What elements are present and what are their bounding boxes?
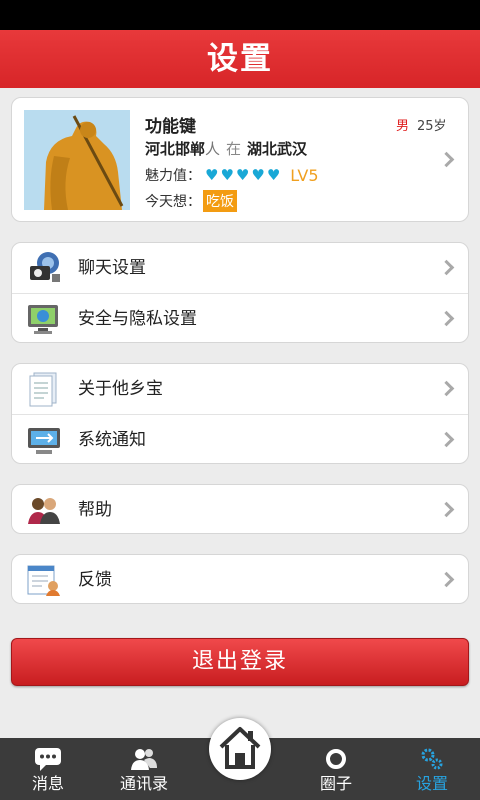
charm-row: 魅力值： ♥ ♥ ♥ ♥ ♥ LV5 (145, 165, 319, 185)
tab-contacts[interactable]: 通讯录 (108, 738, 180, 800)
people-help-icon (28, 498, 60, 524)
row-label: 安全与隐私设置 (78, 309, 197, 329)
heart-icon: ♥ (235, 165, 250, 184)
profile-location: 河北邯郸人在湖北武汉 (145, 138, 307, 159)
gears-icon (421, 748, 443, 770)
chevron-right-icon (438, 380, 455, 397)
about-item[interactable]: 关于他乡宝 (12, 364, 468, 414)
want-tag: 吃饭 (203, 190, 237, 212)
tab-circle[interactable]: 圈子 (306, 738, 366, 800)
charm-hearts: ♥ ♥ ♥ ♥ ♥ (205, 165, 282, 184)
settings-group-4: 反馈 (11, 554, 469, 604)
security-monitor-icon (28, 305, 58, 334)
heart-icon: ♥ (205, 165, 219, 184)
profile-name: 功能键 (145, 117, 196, 137)
status-bar (0, 0, 480, 30)
profile-gender: 男 (396, 119, 410, 134)
heart-icon: ♥ (251, 165, 265, 184)
chat-bubble-icon (35, 748, 61, 771)
current-city: 湖北武汉 (247, 140, 308, 158)
hometown-suffix: 人 (205, 140, 221, 158)
tab-label: 消息 (31, 774, 64, 793)
heart-icon: ♥ (220, 165, 234, 184)
system-notice-item[interactable]: 系统通知 (12, 414, 468, 464)
charm-label: 魅力值： (145, 168, 201, 184)
hometown: 河北邯郸 (145, 140, 206, 158)
tab-label: 通讯录 (119, 774, 168, 793)
row-label: 帮助 (78, 500, 112, 520)
document-icon (29, 372, 57, 407)
circle-icon (326, 749, 346, 769)
level-badge: LV5 (290, 165, 319, 185)
tab-label: 圈子 (319, 774, 352, 793)
row-label: 系统通知 (78, 430, 146, 450)
help-item[interactable]: 帮助 (12, 485, 468, 535)
chevron-right-icon (438, 151, 455, 168)
row-label: 关于他乡宝 (78, 379, 163, 399)
chat-settings-icon (30, 252, 60, 282)
system-notice-monitor-icon (28, 428, 60, 454)
tab-settings[interactable]: 设置 (402, 738, 462, 800)
chevron-right-icon (438, 431, 455, 448)
settings-group-2: 关于他乡宝 系统通知 (11, 363, 469, 464)
settings-group-1: 聊天设置 安全与隐私设置 (11, 242, 469, 343)
want-label: 今天想： (145, 194, 201, 210)
tab-label: 设置 (415, 774, 448, 793)
settings-group-3: 帮助 (11, 484, 469, 534)
feedback-form-icon (27, 565, 60, 596)
location-in-word: 在 (226, 140, 242, 158)
row-label: 反馈 (78, 570, 112, 590)
chevron-right-icon (438, 259, 455, 276)
chevron-right-icon (438, 501, 455, 518)
page-title: 设置 (207, 41, 273, 77)
heart-icon: ♥ (266, 165, 281, 184)
profile-card[interactable]: 功能键 男 25岁 河北邯郸人在湖北武汉 魅力值： ♥ ♥ ♥ ♥ ♥ LV5 … (11, 97, 469, 222)
contacts-icon (131, 749, 157, 770)
chat-settings-item[interactable]: 聊天设置 (12, 243, 468, 293)
chevron-right-icon (438, 571, 455, 588)
chevron-right-icon (438, 310, 455, 327)
home-icon (219, 727, 261, 769)
tab-messages[interactable]: 消息 (18, 738, 78, 800)
feedback-item[interactable]: 反馈 (12, 555, 468, 605)
title-bar: 设置 (0, 30, 480, 88)
profile-age: 25岁 (417, 119, 447, 134)
row-label: 聊天设置 (78, 258, 146, 278)
home-button[interactable] (209, 718, 271, 780)
security-privacy-item[interactable]: 安全与隐私设置 (12, 293, 468, 343)
avatar (24, 110, 130, 210)
logout-button[interactable]: 退出登录 (11, 638, 469, 686)
want-row: 今天想： 吃饭 (145, 190, 237, 212)
